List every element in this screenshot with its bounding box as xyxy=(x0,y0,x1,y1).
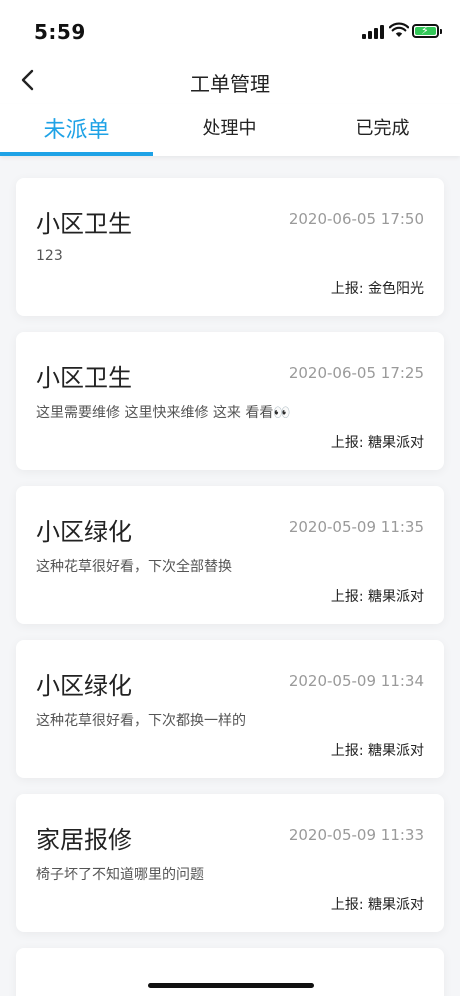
cellular-signal-icon xyxy=(362,23,384,39)
order-description: 123 xyxy=(36,248,63,264)
work-order-card[interactable]: 小区卫生 2020-06-05 17:50 123 上报: 金色阳光 xyxy=(16,178,444,316)
home-indicator xyxy=(148,983,314,988)
order-title: 小区绿化 xyxy=(36,672,132,700)
order-reporter: 上报: 糖果派对 xyxy=(330,435,424,451)
order-title: 家居报修 xyxy=(36,826,132,854)
work-order-card[interactable]: 小区卫生 2020-06-05 17:25 这里需要维修 这里快来维修 这来 看… xyxy=(16,332,444,470)
order-time: 2020-06-05 17:50 xyxy=(288,210,424,228)
order-reporter: 上报: 糖果派对 xyxy=(330,897,424,913)
tab-unassigned[interactable]: 未派单 xyxy=(0,112,153,144)
order-reporter: 上报: 糖果派对 xyxy=(330,743,424,759)
work-order-card[interactable]: 小区绿化 2020-05-09 11:35 这种花草很好看，下次全部替换 上报:… xyxy=(16,486,444,624)
nav-bar: 工单管理 xyxy=(0,56,460,104)
wifi-icon xyxy=(389,22,409,37)
order-title: 小区卫生 xyxy=(36,364,132,392)
tab-active-indicator xyxy=(0,152,153,156)
order-description: 这里需要维修 这里快来维修 这来 看看👀 xyxy=(36,405,291,421)
order-description: 这种花草很好看，下次都换一样的 xyxy=(36,713,246,729)
status-bar: 5:59 ⚡ xyxy=(0,0,460,56)
order-description: 椅子坏了不知道哪里的问题 xyxy=(36,867,204,883)
tab-bar: 未派单 处理中 已完成 xyxy=(0,104,460,156)
order-description: 这种花草很好看，下次全部替换 xyxy=(36,559,232,575)
tab-processing[interactable]: 处理中 xyxy=(153,114,306,140)
order-time: 2020-05-09 11:35 xyxy=(288,518,424,536)
status-time: 5:59 xyxy=(34,20,86,44)
battery-icon: ⚡ xyxy=(412,24,442,38)
work-order-card[interactable]: 小区绿化 2020-05-09 11:34 这种花草很好看，下次都换一样的 上报… xyxy=(16,640,444,778)
order-time: 2020-05-09 11:33 xyxy=(288,826,424,844)
order-time: 2020-05-09 11:34 xyxy=(288,672,424,690)
order-reporter: 上报: 糖果派对 xyxy=(330,589,424,605)
order-title: 小区卫生 xyxy=(36,210,132,238)
page-title: 工单管理 xyxy=(190,72,270,96)
order-reporter: 上报: 金色阳光 xyxy=(330,281,424,297)
work-order-card[interactable] xyxy=(16,948,444,996)
tab-completed[interactable]: 已完成 xyxy=(306,114,459,140)
order-title: 小区绿化 xyxy=(36,518,132,546)
work-order-card[interactable]: 家居报修 2020-05-09 11:33 椅子坏了不知道哪里的问题 上报: 糖… xyxy=(16,794,444,932)
order-time: 2020-06-05 17:25 xyxy=(288,364,424,382)
